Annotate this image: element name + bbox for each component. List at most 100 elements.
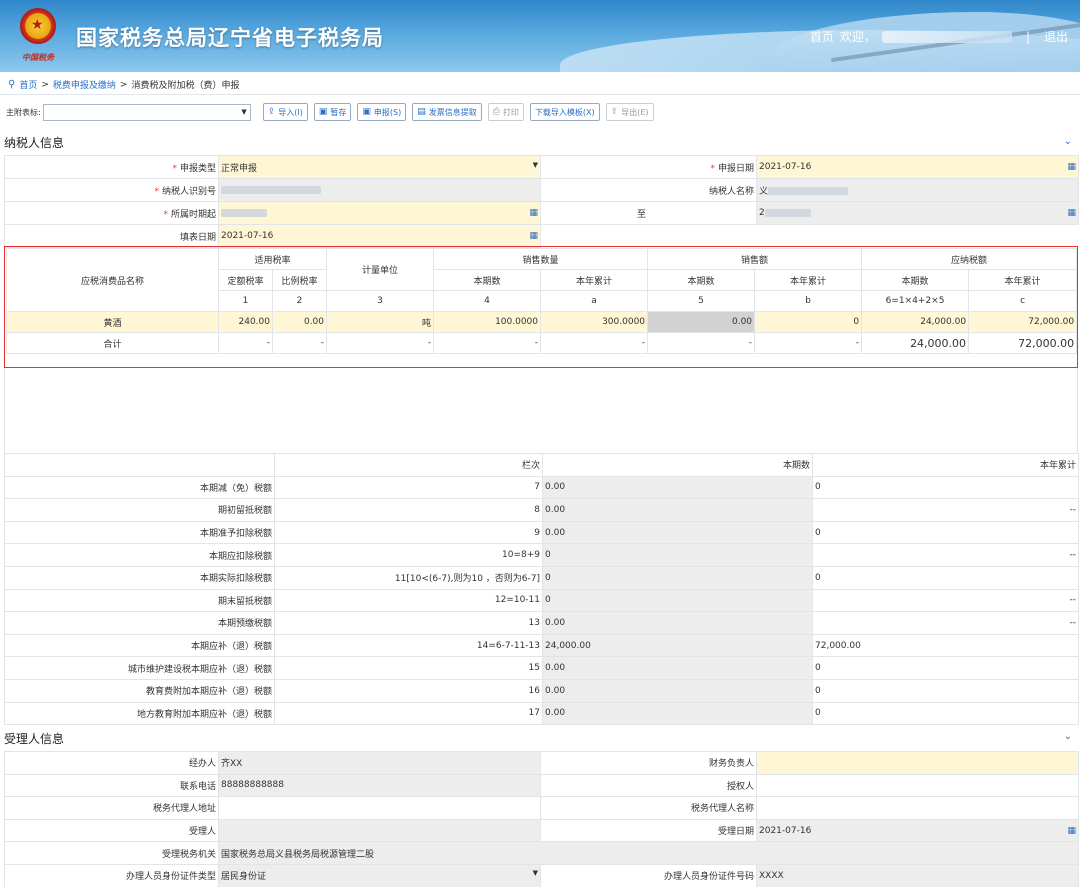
col-ytd: 本年累计 [812,453,1079,477]
summary-current: 0.00 [542,475,813,500]
total-dash: - [433,332,542,354]
summary-label: 城市维护建设税本期应补（退）税额 [4,656,275,680]
agent-name-field[interactable] [756,796,1079,820]
summary-current: 0 [542,543,813,567]
summary-label: 期初留抵税额 [4,498,275,522]
unit-cell[interactable]: 吨 [326,311,435,333]
breadcrumb-sep: > [41,79,49,90]
handler-label: 经办人 [4,751,219,775]
invoice-extract-button[interactable]: ▤ 发票信息提取 [412,103,482,121]
import-button[interactable]: ⇪ 导入(I) [262,103,308,121]
calendar-icon[interactable]: ▦ [529,208,538,218]
tax-current-cell[interactable]: 24,000.00 [861,311,970,333]
calendar-icon[interactable]: ▦ [529,231,538,241]
summary-ytd: -- [812,543,1079,567]
period-end-field[interactable]: 2 ▦ [756,201,1079,225]
attachment-select[interactable] [42,103,251,121]
total-dash: - [754,332,863,354]
period-start-field[interactable]: ▦ [218,201,541,225]
amt-ytd-cell[interactable]: 0 [754,311,863,333]
breadcrumb-sep: > [119,79,128,90]
tax-ytd-cell[interactable]: 72,000.00 [968,311,1078,333]
breadcrumb-home[interactable]: 首页 [19,78,37,91]
tax-summary-table: 栏次 本期数 本年累计 本期减（免）税额 7 0.00 0 期初留抵税额 8 0.00 -- 本… [4,453,1079,726]
fill-date-label: 填表日期 [4,224,219,248]
breadcrumb-level1[interactable]: 税费申报及缴纳 [53,78,116,91]
redacted-value [768,187,849,195]
summary-ytd: 0 [812,475,1079,500]
taxpayer-name-field: 义 [756,178,1079,202]
dropdown-arrow-icon: ▼ [532,160,538,169]
calendar-icon[interactable]: ▦ [1067,208,1076,218]
finance-field[interactable] [756,751,1079,775]
col-unit: 计量单位 [326,248,435,291]
period-start-label: * 所属时期起 [4,201,219,225]
summary-current: 0.00 [542,520,813,545]
col-fixed-rate: 定额税率 [218,269,273,291]
logout-link[interactable]: 退出 [1044,28,1068,45]
col-number: 5 [647,290,756,312]
receiving-office-label: 受理税务机关 [4,841,219,865]
summary-row: 本期预缴税额 13 0.00 -- [4,611,1079,635]
receive-date-field[interactable]: 2021-07-16 ▦ [756,818,1079,843]
total-dash: - [647,332,756,354]
total-row: 合计 - - - - - - - 24,000.00 72,000.00 [6,332,1078,354]
agent-addr-label: 税务代理人地址 [4,796,219,820]
total-label: 合计 [6,332,219,354]
download-template-button[interactable]: 下载导入模板(X) [529,103,600,121]
col-current: 本期数 [542,453,813,477]
attachment-select-label: 主附表标: [6,107,41,117]
header-banner: ★ 中国税务 国家税务总局辽宁省电子税务局 首页 欢迎， | 退出 [0,0,1080,72]
declare-button-label: 申报(S) [373,107,402,117]
nav-home-link[interactable]: 首页 [810,28,834,45]
summary-ytd: -- [812,588,1079,613]
authorized-field[interactable] [756,773,1079,798]
import-icon: ⇪ [267,107,276,117]
summary-line: 10=8+9 [274,543,543,567]
taxpayer-name-label: 纳税人名称 [540,178,757,202]
declare-type-select[interactable]: 正常申报 ▼ [218,155,541,179]
qty-current-cell[interactable]: 100.0000 [433,311,542,333]
agent-addr-field[interactable] [218,796,541,820]
fill-date-field[interactable]: 2021-07-16 ▦ [218,224,541,248]
calendar-icon[interactable]: ▦ [1067,826,1076,836]
declare-button[interactable]: ▣ 申报(S) [357,103,407,121]
id-type-select[interactable]: 居民身份证 ▼ [218,863,541,887]
summary-line: 13 [274,611,543,635]
col-number: 6=1×4+2×5 [861,290,970,312]
declare-icon: ▣ [362,107,371,117]
total-dash: - [540,332,649,354]
calendar-icon[interactable]: ▦ [1067,162,1076,172]
item-name-cell[interactable]: 黄酒 [6,311,219,333]
summary-line: 11[10<(6-7),则为10 ，否则为6-7] [274,565,543,590]
collapse-chevron-icon[interactable]: ⌄ [1064,136,1072,147]
summary-ytd: 0 [812,701,1079,726]
declare-date-field[interactable]: 2021-07-16 ▦ [756,155,1079,179]
summary-current: 0.00 [542,498,813,522]
print-button[interactable]: ⎙ 打印 [487,103,524,121]
summary-row: 地方教育附加本期应补（退）税额 17 0.00 0 [4,701,1079,726]
collapse-chevron-icon[interactable]: ⌄ [1064,731,1072,742]
fixed-rate-cell[interactable]: 240.00 [218,311,273,333]
col-amt-ytd: 本年累计 [754,269,863,291]
summary-row: 本期实际扣除税额 11[10<(6-7),则为10 ，否则为6-7] 0 0 [4,565,1079,590]
divider [0,94,1080,95]
col-tax-ytd: 本年累计 [968,269,1078,291]
blank-area [4,368,1078,453]
summary-line: 15 [274,656,543,680]
summary-row: 期末留抵税额 12=10-11 0 -- [4,588,1079,613]
taxable-goods-table: 应税消费品名称 适用税率 计量单位 销售数量 销售额 应纳税额 定额税率 比例税… [6,248,1078,354]
amt-current-cell: 0.00 [647,311,756,333]
summary-label: 本期应扣除税额 [4,543,275,567]
col-tax-due: 应纳税额 [861,248,1078,270]
save-icon: ▣ [318,107,328,117]
total-dash: - [271,332,328,354]
emblem-caption: 中国税务 [22,53,54,62]
qty-ytd-cell[interactable]: 300.0000 [540,311,649,333]
summary-line: 9 [274,520,543,545]
summary-ytd: 0 [812,678,1079,703]
save-button[interactable]: ▣ 暂存 [313,103,352,121]
export-button[interactable]: ⇪ 导出(E) [605,103,654,121]
prop-rate-cell[interactable]: 0.00 [271,311,328,333]
summary-label: 本期准予扣除税额 [4,520,275,545]
